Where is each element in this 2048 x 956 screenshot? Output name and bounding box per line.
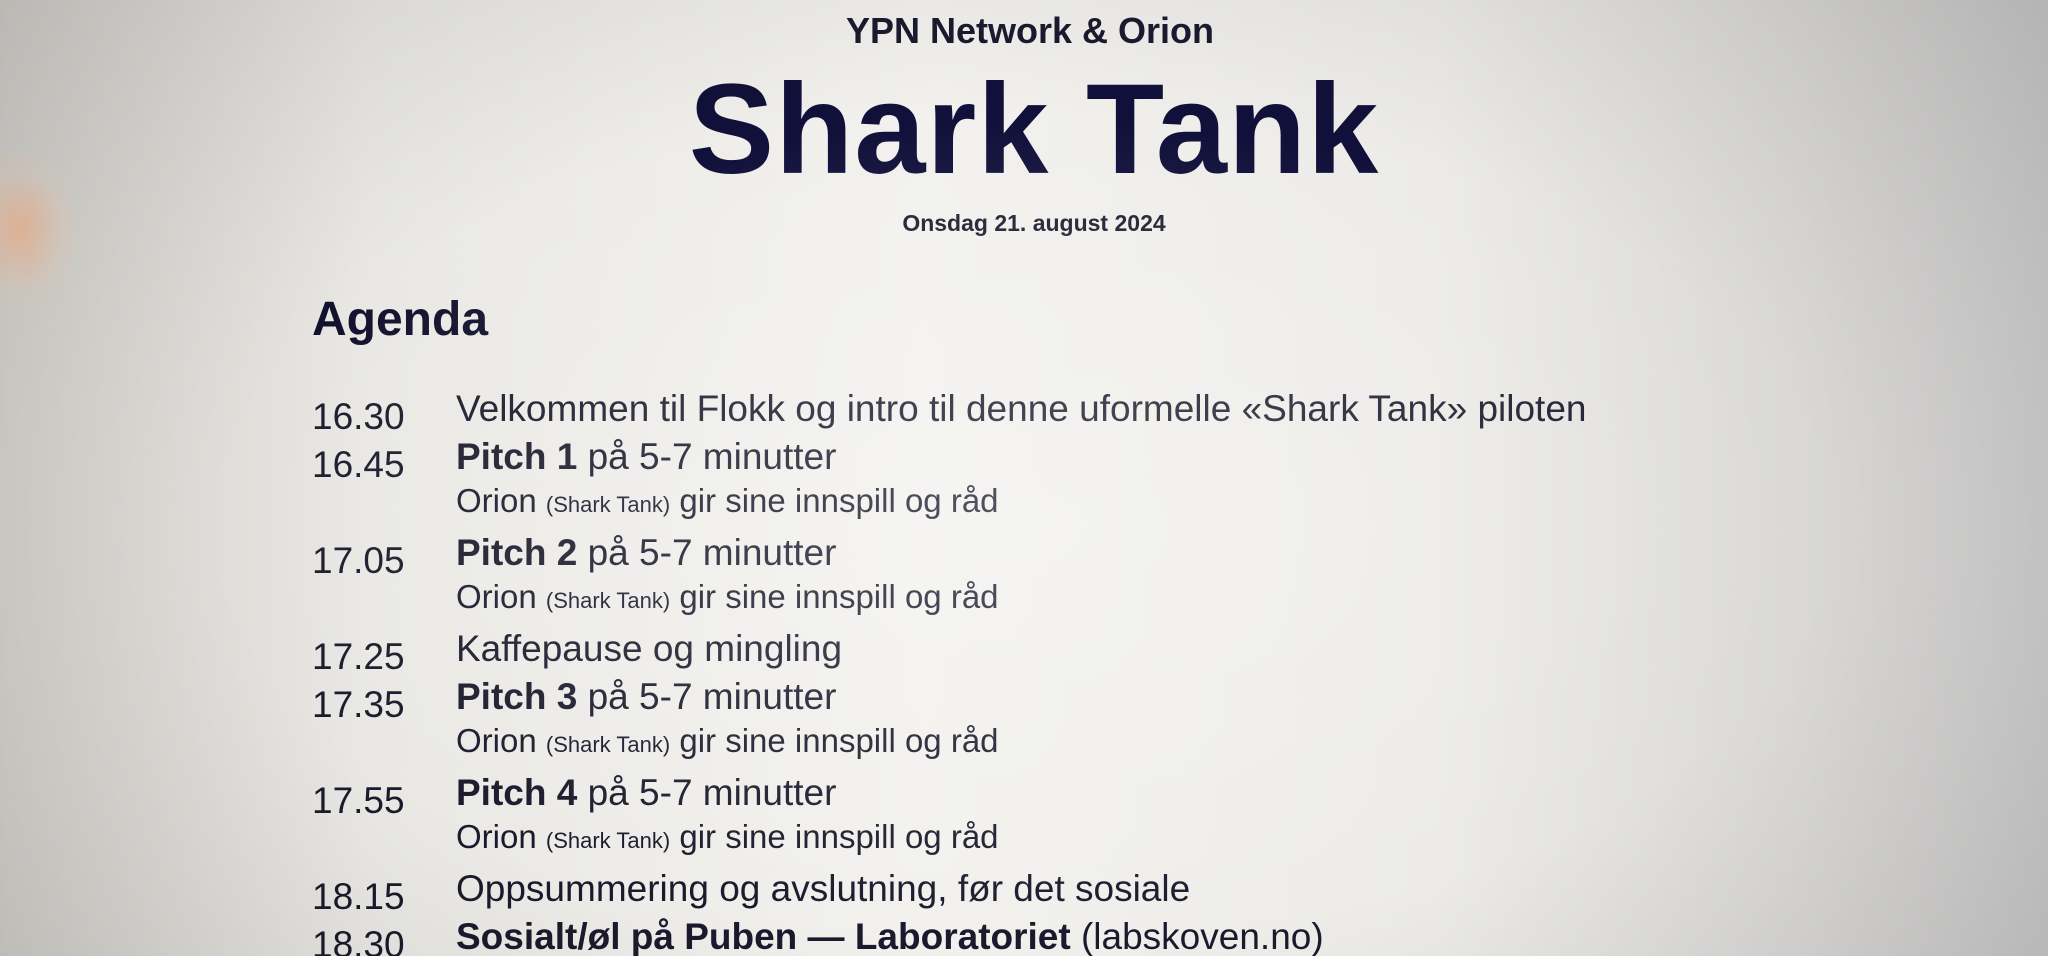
pitch-label: Pitch 2 <box>456 532 578 573</box>
agenda-time: 17.55 <box>312 780 405 821</box>
agenda-text: Pitch 2 på 5-7 minutter <box>456 532 836 574</box>
agenda-item: 18.15 Oppsummering og avslutning, før de… <box>300 868 1800 917</box>
feedback-rest: gir sine innspill og råd <box>670 818 999 855</box>
agenda-subitem: Orion (Shark Tank) gir sine innspill og … <box>300 482 1800 532</box>
pitch-label: Pitch 4 <box>456 772 578 813</box>
agenda-text: Velkommen til Flokk og intro til denne u… <box>456 388 1587 429</box>
event-date: Onsdag 21. august 2024 <box>902 210 1166 236</box>
agenda-text: Kaffepause og mingling <box>456 628 843 669</box>
agenda-time: 16.30 <box>312 396 405 437</box>
organizer-line: YPN Network & Orion <box>845 10 1215 51</box>
agenda-item: 17.35 Pitch 3 på 5-7 minutter <box>300 676 1800 725</box>
feedback-text: Orion (Shark Tank) gir sine innspill og … <box>456 578 999 616</box>
feedback-note: (Shark Tank) <box>545 588 671 613</box>
agenda-subitem: Orion (Shark Tank) gir sine innspill og … <box>300 722 1800 772</box>
agenda-subitem: Orion (Shark Tank) gir sine innspill og … <box>300 578 1800 628</box>
agenda-text: Pitch 4 på 5-7 minutter <box>456 772 836 814</box>
agenda-text: Pitch 3 på 5-7 minutter <box>456 676 836 718</box>
feedback-text: Orion (Shark Tank) gir sine innspill og … <box>456 818 999 856</box>
agenda-time: 18.15 <box>312 876 405 917</box>
social-label: Sosialt/øl på Puben — Laboratoriet <box>456 916 1071 956</box>
feedback-note: (Shark Tank) <box>545 732 671 757</box>
agenda-time: 18.30 <box>312 924 405 956</box>
agenda-item: 17.55 Pitch 4 på 5-7 minutter <box>300 772 1800 821</box>
feedback-text: Orion (Shark Tank) gir sine innspill og … <box>456 482 999 520</box>
agenda-document: YPN Network & Orion Shark Tank Onsdag 21… <box>0 0 2048 956</box>
agenda-item: 18.30 Sosialt/øl på Puben — Laboratoriet… <box>300 916 1800 956</box>
feedback-who: Orion <box>456 482 546 519</box>
pitch-label: Pitch 3 <box>456 676 578 717</box>
feedback-rest: gir sine innspill og råd <box>670 578 999 615</box>
feedback-who: Orion <box>456 722 546 759</box>
agenda-text: Pitch 1 på 5-7 minutter <box>456 436 836 478</box>
feedback-rest: gir sine innspill og råd <box>670 482 999 519</box>
agenda-time: 17.25 <box>312 636 405 677</box>
social-link-text: (labskoven.no) <box>1070 916 1324 956</box>
agenda-list: 16.30 Velkommen til Flokk og intro til d… <box>300 388 1800 956</box>
agenda-heading: Agenda <box>312 293 489 346</box>
pitch-label: Pitch 1 <box>456 436 578 477</box>
agenda-item: 17.05 Pitch 2 på 5-7 minutter <box>300 532 1800 581</box>
feedback-rest: gir sine innspill og råd <box>670 722 999 759</box>
feedback-text: Orion (Shark Tank) gir sine innspill og … <box>456 722 999 760</box>
pitch-duration: på 5-7 minutter <box>577 532 837 573</box>
feedback-note: (Shark Tank) <box>545 828 671 853</box>
page-title: Shark Tank <box>688 58 1380 201</box>
feedback-who: Orion <box>456 818 546 855</box>
pitch-duration: på 5-7 minutter <box>577 676 837 717</box>
pitch-duration: på 5-7 minutter <box>577 772 837 813</box>
agenda-time: 17.35 <box>312 684 405 725</box>
agenda-item: 16.45 Pitch 1 på 5-7 minutter <box>300 436 1800 485</box>
agenda-time: 16.45 <box>312 444 405 485</box>
agenda-time: 17.05 <box>312 540 405 581</box>
feedback-who: Orion <box>456 578 546 615</box>
agenda-text: Oppsummering og avslutning, før det sosi… <box>456 868 1191 909</box>
agenda-item: 17.25 Kaffepause og mingling <box>300 628 1800 677</box>
agenda-text: Sosialt/øl på Puben — Laboratoriet (labs… <box>456 916 1324 956</box>
feedback-note: (Shark Tank) <box>545 492 671 517</box>
agenda-subitem: Orion (Shark Tank) gir sine innspill og … <box>300 818 1800 868</box>
agenda-item: 16.30 Velkommen til Flokk og intro til d… <box>300 388 1800 437</box>
pitch-duration: på 5-7 minutter <box>577 436 837 477</box>
